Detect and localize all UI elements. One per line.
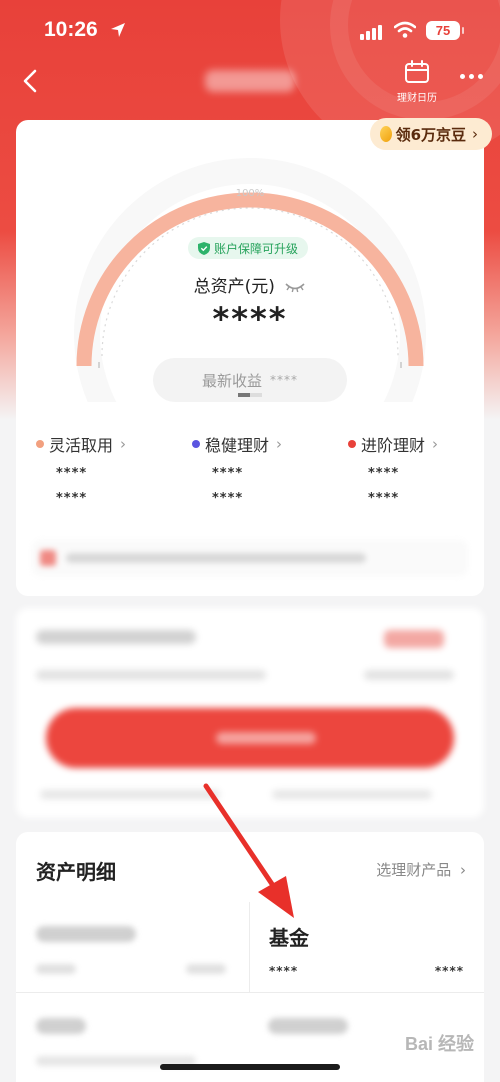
chevron-right-icon: › — [460, 861, 466, 879]
eye-closed-icon[interactable] — [284, 281, 306, 293]
calendar-icon — [405, 60, 429, 83]
chevron-right-icon: › — [472, 125, 478, 143]
account-security-badge[interactable]: 账户保障可升级 — [188, 237, 309, 259]
back-arrow-icon[interactable] — [16, 66, 46, 96]
dot-icon — [192, 440, 200, 448]
status-bar: 10:26 75 — [0, 14, 500, 48]
asset-details-title: 资产明细 — [36, 860, 116, 884]
asset-overview-card: 领6万京豆 › 100% 账户保障可升级 总资产(元) **** 最新收益 **… — [16, 118, 492, 596]
category-value: **** — [212, 491, 244, 506]
bean-promo-button[interactable]: 领6万京豆 › — [369, 118, 492, 150]
latest-earnings-label: 最新收益 — [201, 371, 262, 390]
category-value: **** — [212, 466, 244, 481]
status-time: 10:26 — [44, 18, 98, 41]
category-advanced[interactable]: 进阶理财 › **** **** — [348, 432, 498, 506]
battery-icon: 75 — [426, 21, 464, 40]
total-assets-value: **** — [212, 300, 288, 338]
home-indicator — [160, 1064, 340, 1070]
chevron-right-icon: › — [432, 435, 439, 453]
wifi-icon — [394, 21, 416, 38]
category-title: 灵活取用 — [49, 436, 114, 455]
category-stable[interactable]: 稳健理财 › **** **** — [192, 432, 342, 506]
select-products-link[interactable]: 选理财产品 › — [376, 859, 466, 880]
category-value: **** — [368, 466, 400, 481]
chevron-right-icon: › — [120, 435, 127, 453]
total-assets-text: 总资产(元) — [193, 277, 275, 297]
signal-icon — [360, 24, 382, 40]
shield-check-icon — [198, 241, 210, 255]
bean-icon — [379, 126, 392, 142]
dot-icon — [348, 440, 356, 448]
latest-earnings-value: **** — [270, 373, 298, 387]
category-value: **** — [368, 491, 400, 506]
notice-row-blurred[interactable] — [32, 540, 468, 576]
total-assets-label: 总资产(元) — [16, 272, 484, 297]
category-value: **** — [56, 466, 88, 481]
page-title-blurred — [205, 70, 295, 92]
category-flexible[interactable]: 灵活取用 › **** **** — [36, 432, 186, 506]
location-arrow-icon — [111, 23, 125, 37]
watermark: Bai 经验 — [404, 1034, 474, 1054]
category-title: 稳健理财 — [205, 436, 270, 455]
promo-action-button[interactable] — [46, 708, 454, 768]
bean-label: 领6万京豆 — [395, 125, 466, 144]
fund-value: **** — [434, 964, 464, 978]
annotation-arrow-icon — [203, 783, 294, 918]
blurred-tile[interactable] — [36, 926, 136, 942]
select-products-label: 选理财产品 — [376, 861, 452, 879]
page-indicator — [238, 393, 262, 397]
blurred-tile[interactable] — [36, 1018, 86, 1034]
fund-tile-title[interactable]: 基金 — [269, 922, 309, 951]
blurred-tile[interactable] — [268, 1018, 348, 1034]
fund-value: **** — [269, 964, 299, 978]
gauge-percent-label: 100% — [235, 188, 265, 199]
category-title: 进阶理财 — [361, 436, 426, 455]
chevron-right-icon: › — [276, 435, 283, 453]
nav-bar: 理财日历 — [0, 58, 500, 108]
category-value: **** — [56, 491, 88, 506]
badge-label: 账户保障可升级 — [214, 241, 299, 256]
more-icon[interactable] — [460, 74, 483, 79]
finance-calendar-button[interactable]: 理财日历 — [394, 60, 440, 104]
dot-icon — [36, 440, 44, 448]
calendar-label: 理财日历 — [397, 93, 437, 104]
